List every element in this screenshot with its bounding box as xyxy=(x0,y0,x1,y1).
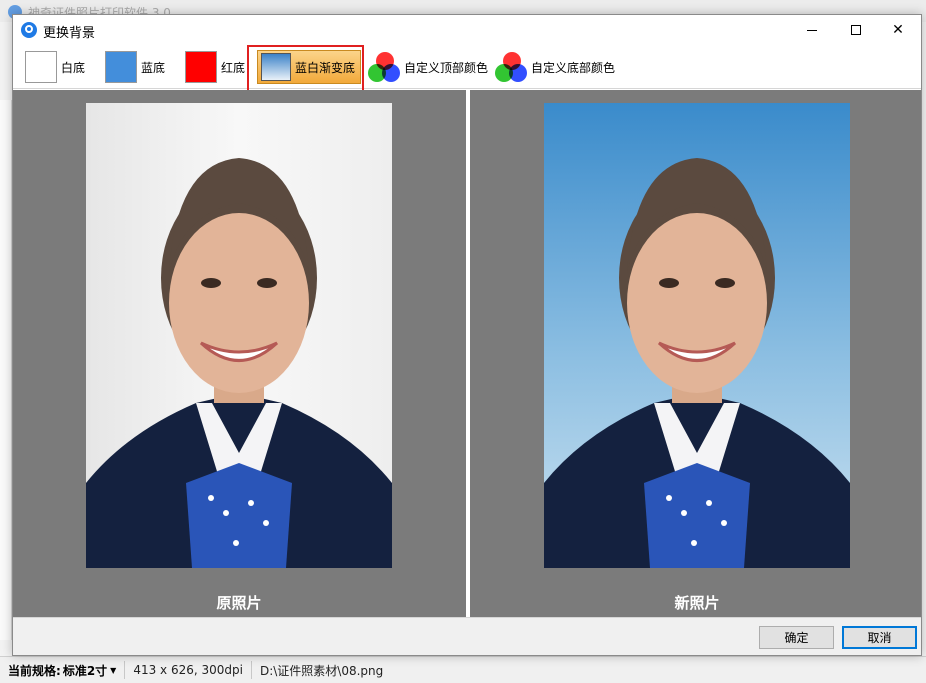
gradient-swatch xyxy=(261,53,291,81)
option-custom-bottom-color[interactable]: 自定义底部颜色 xyxy=(495,50,615,84)
original-photo xyxy=(86,103,392,568)
new-photo xyxy=(544,103,850,568)
spec-value: 标准2寸 xyxy=(62,663,108,678)
option-label: 白底 xyxy=(61,60,86,75)
white-swatch xyxy=(25,51,57,83)
maximize-button[interactable] xyxy=(833,15,879,45)
original-photo-caption: 原照片 xyxy=(216,594,262,612)
dialog-titlebar: 更换背景 ✕ xyxy=(13,15,921,45)
app-logo-icon xyxy=(21,22,37,38)
status-bar: 当前规格: 标准2寸 ▼ 413 x 626, 300dpi D:\证件照素材\… xyxy=(0,656,926,683)
minimize-icon xyxy=(807,29,817,31)
option-blue-background[interactable]: 蓝底 xyxy=(105,50,165,84)
red-swatch xyxy=(185,51,217,83)
minimize-button[interactable] xyxy=(789,15,835,45)
option-label: 蓝白渐变底 xyxy=(295,60,356,75)
rgb-color-wheel-icon xyxy=(495,52,529,82)
image-info: 413 x 626, 300dpi xyxy=(133,663,243,677)
new-photo-caption: 新照片 xyxy=(674,594,720,612)
spec-label: 当前规格: xyxy=(8,663,61,678)
close-icon: ✕ xyxy=(892,22,904,38)
dialog-title: 更换背景 xyxy=(43,26,96,41)
option-white-background[interactable]: 白底 xyxy=(25,50,85,84)
status-divider xyxy=(250,661,252,679)
change-background-dialog: 更换背景 ✕ 白底 蓝底 红底 蓝白渐变底 自定义顶部颜色 自定义底部颜色 原照… xyxy=(12,14,922,656)
dialog-footer: 确定 取消 xyxy=(13,617,921,655)
option-red-background[interactable]: 红底 xyxy=(185,50,245,84)
close-button[interactable]: ✕ xyxy=(875,15,921,45)
option-label: 自定义顶部颜色 xyxy=(404,60,489,75)
portrait-image xyxy=(544,158,850,568)
option-gradient-background[interactable]: 蓝白渐变底 xyxy=(257,50,361,84)
maximize-icon xyxy=(851,25,861,35)
background-options-toolbar: 白底 蓝底 红底 蓝白渐变底 自定义顶部颜色 自定义底部颜色 xyxy=(13,45,921,92)
option-label: 蓝底 xyxy=(141,60,166,75)
option-label: 红底 xyxy=(221,60,246,75)
portrait-image xyxy=(86,158,392,568)
cancel-button[interactable]: 取消 xyxy=(842,626,917,649)
option-label: 自定义底部颜色 xyxy=(531,60,616,75)
preview-area: 原照片 新照片 xyxy=(13,90,921,617)
panel-divider xyxy=(466,90,470,617)
ok-button[interactable]: 确定 xyxy=(759,626,834,649)
option-custom-top-color[interactable]: 自定义顶部颜色 xyxy=(368,50,488,84)
chevron-down-icon: ▼ xyxy=(110,665,117,675)
parent-left-panel xyxy=(0,100,12,640)
file-path: D:\证件照素材\08.png xyxy=(259,663,384,678)
rgb-color-wheel-icon xyxy=(368,52,402,82)
blue-swatch xyxy=(105,51,137,83)
spec-dropdown[interactable]: 标准2寸 ▼ xyxy=(61,662,117,679)
status-divider xyxy=(124,661,126,679)
